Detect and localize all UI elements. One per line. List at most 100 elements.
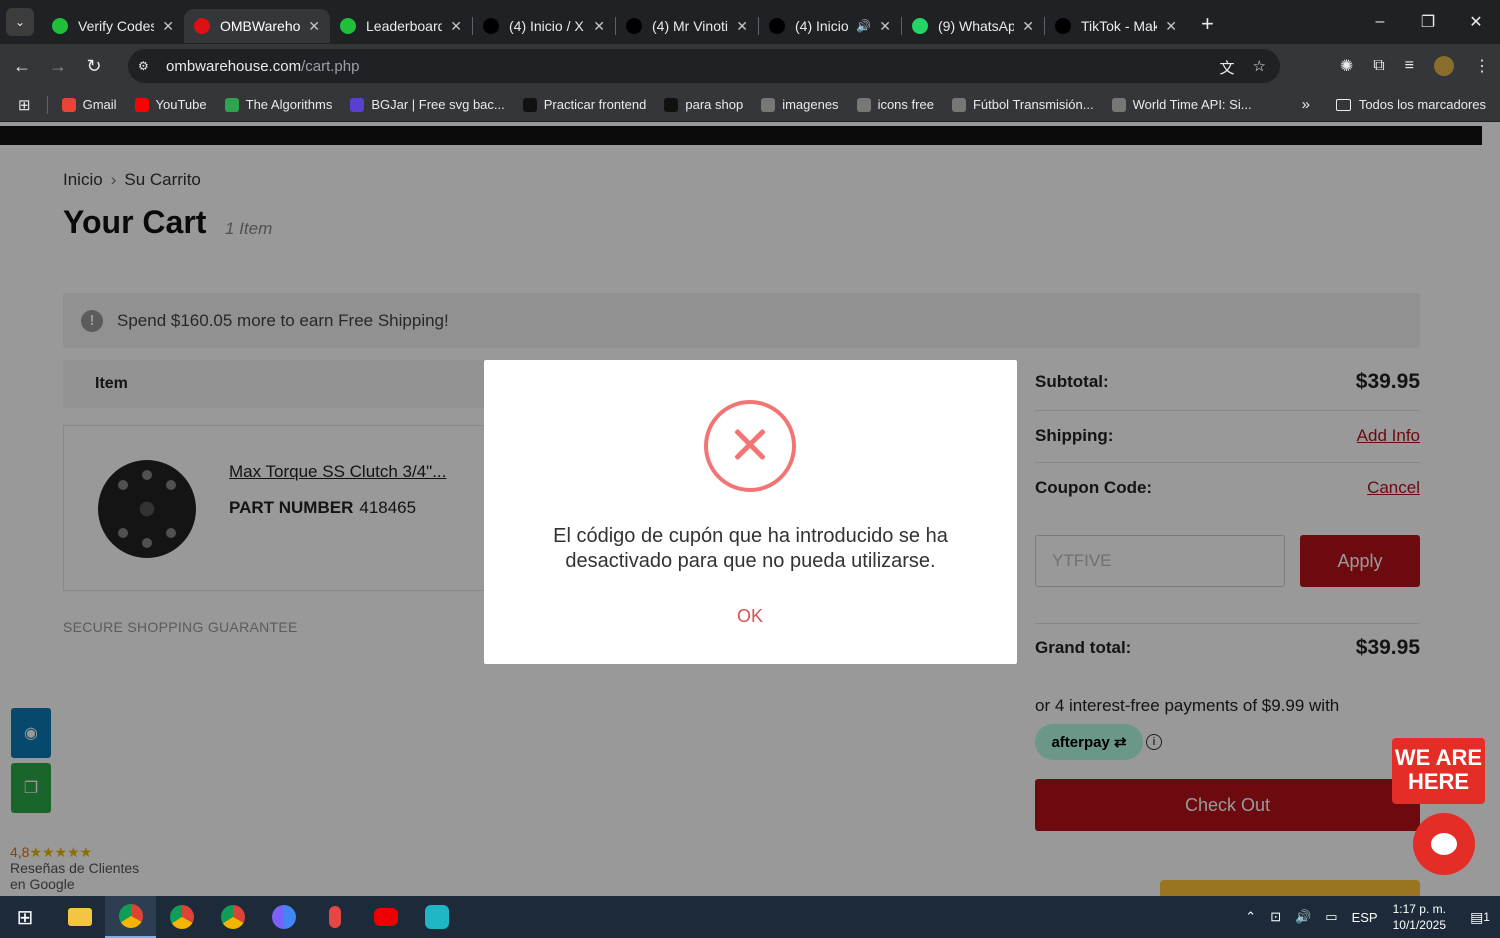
bookmark-item[interactable]: YouTube (134, 97, 207, 112)
browser-tab[interactable]: Verify Codes – ✕ (42, 9, 184, 43)
tab-strip: ⌄ Verify Codes –✕OMBWarehou✕Leaderboard … (0, 0, 1500, 44)
browser-tab[interactable]: Leaderboard – ✕ (330, 9, 472, 43)
url-text: ombwarehouse.com/cart.php (166, 57, 360, 75)
browser-tab[interactable]: (4) Inicio / X ✕ (473, 9, 615, 43)
folder-icon (1335, 98, 1351, 111)
extension-icon[interactable]: ✺ (1340, 56, 1353, 76)
bookmark-label: icons free (877, 97, 934, 112)
window-controls: – ❐ ✕ (1356, 0, 1500, 44)
file-explorer-icon[interactable] (54, 896, 105, 938)
microphone-taskbar-icon[interactable] (309, 896, 360, 938)
bookmark-label: Gmail (82, 97, 117, 112)
tab-audio-icon[interactable]: 🔊 (856, 19, 871, 33)
dialog-ok-button[interactable]: OK (720, 606, 780, 627)
media-control-icon[interactable]: ≡ (1405, 57, 1414, 75)
bookmark-star-icon[interactable]: ☆ (1253, 57, 1266, 78)
tray-chevron-icon[interactable]: ⌃ (1245, 909, 1256, 925)
windows-taskbar: ⊞ ⌃ ⊡ 🔊 ▭ ESP 1:17 p. m. 10/1/2025 ▤ 1 (0, 896, 1500, 938)
volume-icon[interactable]: 🔊 (1295, 909, 1311, 925)
bookmarks-divider (46, 95, 48, 114)
bookmark-favicon-icon (664, 97, 679, 112)
translate-icon[interactable]: 文 (1220, 57, 1235, 78)
bookmark-favicon-icon (522, 97, 537, 112)
more-bookmarks-icon[interactable]: » (1302, 96, 1310, 113)
chrome-profile-taskbar-icon[interactable] (156, 896, 207, 938)
bookmark-item[interactable]: Gmail (61, 97, 117, 112)
bookmark-item[interactable]: Fútbol Transmisión... (951, 97, 1094, 112)
tab-close-icon[interactable]: ✕ (1022, 18, 1034, 35)
page-content: Inicio › Su Carrito Your Cart 1 Item ! Spe… (0, 122, 1500, 896)
youtube-taskbar-icon[interactable] (360, 896, 411, 938)
browser-tab[interactable]: OMBWarehou ✕ (184, 9, 330, 43)
tab-close-icon[interactable]: ✕ (593, 18, 605, 35)
tab-close-icon[interactable]: ✕ (879, 18, 891, 35)
clock[interactable]: 1:17 p. m. 10/1/2025 (1393, 901, 1446, 933)
network-icon[interactable]: ⊡ (1270, 909, 1281, 925)
tab-close-icon[interactable]: ✕ (308, 18, 320, 35)
extensions-puzzle-icon[interactable]: ⧉ (1373, 57, 1384, 75)
menu-kebab-icon[interactable]: ⋮ (1474, 56, 1490, 76)
tab-title: (4) Inicio / (795, 18, 850, 34)
bookmark-item[interactable]: BGJar | Free svg bac... (350, 97, 505, 112)
minimize-icon[interactable]: – (1356, 13, 1404, 31)
bookmark-item[interactable]: World Time API: Si... (1111, 97, 1252, 112)
bookmark-label: BGJar | Free svg bac... (371, 97, 505, 112)
tab-title: Leaderboard – (366, 18, 443, 34)
windows-start-icon[interactable]: ⊞ (0, 905, 50, 930)
site-info-icon[interactable]: ⚙ (138, 59, 152, 73)
bookmark-favicon-icon (856, 97, 871, 112)
chrome-profile-3-taskbar-icon[interactable] (258, 896, 309, 938)
bookmark-label: Fútbol Transmisión... (972, 97, 1094, 112)
address-bar[interactable]: ⚙ ombwarehouse.com/cart.php 文 ☆ (128, 49, 1280, 83)
reload-icon[interactable]: ↻ (76, 56, 112, 77)
profile-avatar[interactable] (1434, 56, 1454, 76)
tab-title: Verify Codes – (78, 18, 155, 34)
clock-date: 10/1/2025 (1392, 918, 1446, 932)
bookmark-favicon-icon (761, 97, 776, 112)
tab-favicon-icon (52, 18, 68, 34)
back-icon[interactable]: ← (4, 56, 40, 77)
tab-favicon-icon (1055, 18, 1071, 34)
chrome-profile-2-taskbar-icon[interactable] (207, 896, 258, 938)
bookmark-favicon-icon (134, 97, 149, 112)
chat-bubble-button[interactable] (1413, 813, 1475, 875)
new-tab-button[interactable]: + (1201, 11, 1214, 37)
maximize-icon[interactable]: ❐ (1404, 12, 1452, 32)
dialog-message: El código de cupón que ha introducido se… (553, 525, 948, 572)
coupon-error-dialog: El código de cupón que ha introducido se… (484, 360, 1017, 664)
vpn-taskbar-icon[interactable] (411, 896, 462, 938)
tab-title: (9) WhatsApp (938, 18, 1015, 34)
close-window-icon[interactable]: ✕ (1452, 12, 1500, 32)
browser-tab[interactable]: TikTok - Make ✕ (1045, 9, 1187, 43)
tab-search-icon[interactable]: ⌄ (6, 8, 34, 36)
bookmark-item[interactable]: icons free (856, 97, 934, 112)
display-icon[interactable]: ▭ (1325, 909, 1337, 925)
all-bookmarks-folder[interactable]: Todos los marcadores (1335, 97, 1486, 112)
tab-close-icon[interactable]: ✕ (1165, 18, 1177, 35)
bookmark-item[interactable]: Practicar frontend (522, 97, 646, 112)
bookmark-item[interactable]: imagenes (761, 97, 839, 112)
tab-title: (4) Mr Vinotint (652, 18, 728, 34)
all-bookmarks-label: Todos los marcadores (1358, 97, 1486, 112)
tab-title: TikTok - Make (1081, 18, 1158, 34)
browser-tab[interactable]: (9) WhatsApp ✕ (902, 9, 1044, 43)
bookmark-favicon-icon (224, 97, 239, 112)
apps-grid-icon[interactable]: ⊞ (18, 96, 31, 114)
notification-count: 1 (1483, 910, 1490, 924)
chrome-taskbar-icon[interactable] (105, 896, 156, 938)
browser-tab[interactable]: (4) Inicio / 🔊 ✕ (759, 9, 901, 43)
we-are-here-badge[interactable]: WE ARE HERE (1392, 738, 1485, 804)
tab-close-icon[interactable]: ✕ (162, 18, 174, 35)
forward-icon[interactable]: → (40, 56, 76, 77)
tab-title: OMBWarehou (220, 18, 301, 34)
language-indicator[interactable]: ESP (1352, 910, 1378, 925)
bookmark-label: imagenes (782, 97, 839, 112)
tab-close-icon[interactable]: ✕ (450, 18, 462, 35)
browser-tab[interactable]: (4) Mr Vinotint ✕ (616, 9, 758, 43)
notification-center-icon[interactable]: ▤ 1 (1460, 909, 1500, 926)
bookmark-item[interactable]: para shop (664, 97, 743, 112)
bookmark-item[interactable]: The Algorithms (224, 97, 332, 112)
bookmark-label: YouTube (155, 97, 207, 112)
tab-close-icon[interactable]: ✕ (736, 18, 748, 35)
bookmarks-bar: ⊞ Gmail YouTube The Algorithms BGJar | Free… (0, 88, 1500, 122)
